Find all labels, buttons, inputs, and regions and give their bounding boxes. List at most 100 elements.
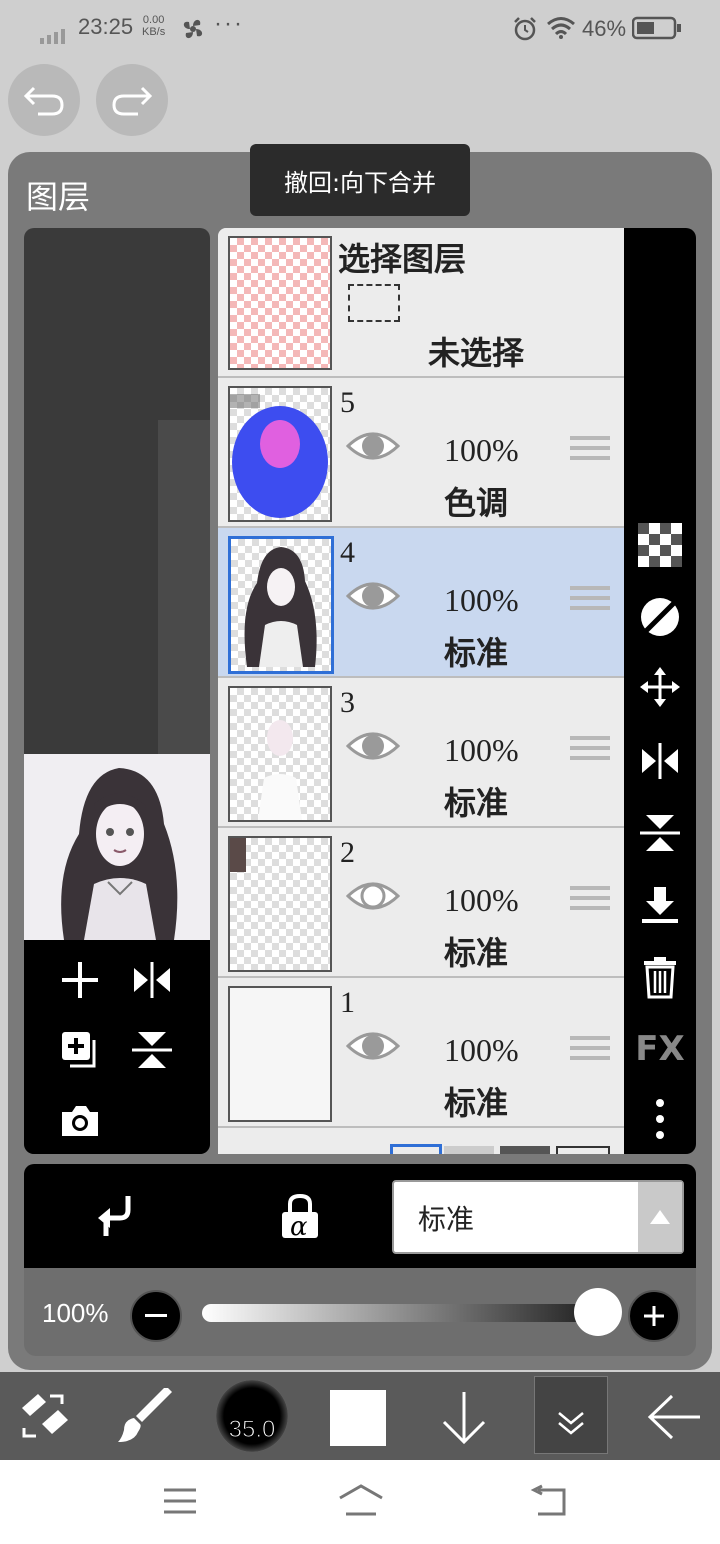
opacity-slider-thumb[interactable]	[574, 1288, 622, 1336]
redo-icon	[112, 86, 153, 116]
layer-tools-toolbar: FX	[624, 228, 696, 1154]
opacity-row: 100%	[24, 1268, 696, 1356]
layer-thumbnail	[228, 986, 332, 1122]
undo-button[interactable]	[8, 64, 80, 136]
opacity-increase-button[interactable]	[628, 1290, 680, 1342]
layer-row-active[interactable]: 4 100% 标准	[218, 528, 624, 678]
home-icon	[339, 1484, 383, 1516]
wifi-icon	[546, 16, 576, 46]
tool-switch-button[interactable]	[16, 1390, 72, 1447]
flip-horizontal-icon	[134, 962, 170, 998]
copy-plus-icon	[62, 1032, 96, 1068]
back-button[interactable]	[646, 1392, 702, 1447]
layer-opacity: 100%	[444, 732, 519, 768]
canvas-preview-image[interactable]	[24, 754, 210, 940]
eraser-swap-icon	[22, 1394, 68, 1438]
layer-blend-mode: 标准	[444, 634, 509, 672]
layer-blend-mode: 标准	[444, 784, 509, 822]
merge-down-icon	[642, 887, 678, 923]
duplicate-layer-button[interactable]	[54, 1024, 106, 1076]
panel-title: 图层	[26, 178, 91, 216]
delete-layer-button[interactable]	[624, 952, 696, 1002]
color-swatch-button[interactable]	[330, 1390, 386, 1446]
transparency-button[interactable]	[624, 520, 696, 570]
layer-visibility-toggle[interactable]	[345, 576, 401, 621]
layer-row[interactable]: 5 100% 色调	[218, 378, 624, 528]
arrow-down-icon	[442, 1392, 486, 1445]
clipping-button[interactable]	[92, 1192, 136, 1245]
flip-horizontal-button[interactable]	[126, 954, 178, 1006]
selection-layer-row[interactable]: 选择图层 未选择	[218, 228, 624, 378]
layer-thumbnail	[228, 536, 334, 674]
battery-icon	[631, 16, 682, 46]
collapse-panel-button[interactable]	[534, 1376, 608, 1454]
brush-size-button[interactable]: 35.0	[216, 1380, 288, 1452]
layer-thumbnail	[228, 836, 332, 972]
drag-handle-icon[interactable]	[570, 736, 610, 766]
camera-button[interactable]	[54, 1094, 106, 1146]
layer-row[interactable]: 1 100% 标准	[218, 978, 624, 1128]
eye-icon	[345, 582, 401, 610]
blend-mode-value: 标准	[418, 1203, 475, 1236]
flip-layer-horizontal-button[interactable]	[624, 736, 696, 786]
layer-down-button[interactable]	[438, 1388, 490, 1451]
layer-thumbnail	[228, 386, 332, 522]
eye-icon	[345, 432, 401, 460]
vertical-dots-icon	[656, 1099, 664, 1139]
clear-layer-button[interactable]	[624, 592, 696, 642]
status-time: 23:25	[78, 14, 134, 39]
layer-row[interactable]: 3 100% 标准	[218, 678, 624, 828]
layer-opacity: 100%	[444, 582, 519, 618]
dropdown-toggle[interactable]	[638, 1182, 682, 1252]
layer-number: 4	[340, 536, 355, 569]
menu-nav-button[interactable]	[160, 1486, 200, 1521]
canvas-preview-area	[24, 228, 210, 1154]
redo-button[interactable]	[96, 64, 168, 136]
drag-handle-icon[interactable]	[570, 586, 610, 616]
flip-vertical-icon	[640, 815, 680, 851]
brush-tool-button[interactable]	[116, 1386, 176, 1449]
move-layer-button[interactable]	[624, 662, 696, 712]
flip-vertical-button[interactable]	[126, 1024, 178, 1076]
drag-handle-icon[interactable]	[570, 436, 610, 466]
layer-list: 选择图层 未选择 5 100% 色调 4 100% 标准 3 100% 标准 2…	[218, 228, 624, 1154]
layer-visibility-toggle[interactable]	[345, 1026, 401, 1071]
selection-layer-title: 选择图层	[338, 240, 467, 278]
blend-mode-select[interactable]: 标准	[392, 1180, 684, 1254]
camera-icon	[62, 1106, 98, 1136]
status-bar: 23:25 0.00 KB/s ··· 46%	[0, 0, 720, 60]
paper-layer-row[interactable]	[218, 1128, 624, 1154]
net-speed: 0.00 KB/s	[142, 14, 165, 38]
move-arrows-icon	[640, 667, 680, 707]
more-options-button[interactable]	[624, 1094, 696, 1144]
signal-icon	[40, 24, 72, 50]
back-nav-button[interactable]	[528, 1484, 570, 1523]
add-layer-button[interactable]	[54, 954, 106, 1006]
layer-visibility-toggle[interactable]	[345, 726, 401, 771]
more-status-icon: ···	[214, 10, 244, 37]
layer-row[interactable]: 2 100% 标准	[218, 828, 624, 978]
drag-handle-icon[interactable]	[570, 886, 610, 916]
alarm-icon	[512, 16, 538, 48]
home-nav-button[interactable]	[336, 1482, 386, 1523]
marquee-icon	[348, 284, 400, 322]
flip-layer-vertical-button[interactable]	[624, 808, 696, 858]
opacity-slider-track[interactable]	[202, 1304, 622, 1322]
fan-icon	[180, 16, 206, 48]
layer-visibility-toggle[interactable]	[345, 426, 401, 471]
net-speed-value: 0.00	[142, 14, 165, 26]
layer-opacity: 100%	[444, 882, 519, 918]
layer-visibility-toggle[interactable]	[345, 876, 401, 921]
eye-icon	[345, 732, 401, 760]
layer-blend-mode: 色调	[444, 484, 509, 522]
net-speed-unit: KB/s	[142, 26, 166, 38]
fx-button[interactable]: FX	[624, 1024, 696, 1074]
triangle-up-icon	[650, 1210, 670, 1224]
opacity-decrease-button[interactable]	[130, 1290, 182, 1342]
merge-down-button[interactable]	[624, 880, 696, 930]
drag-handle-icon[interactable]	[570, 1036, 610, 1066]
flip-horizontal-icon	[642, 743, 678, 779]
alpha-lock-button[interactable]: α	[278, 1192, 322, 1242]
opacity-label: 100%	[42, 1298, 109, 1328]
layer-number: 3	[340, 686, 355, 719]
